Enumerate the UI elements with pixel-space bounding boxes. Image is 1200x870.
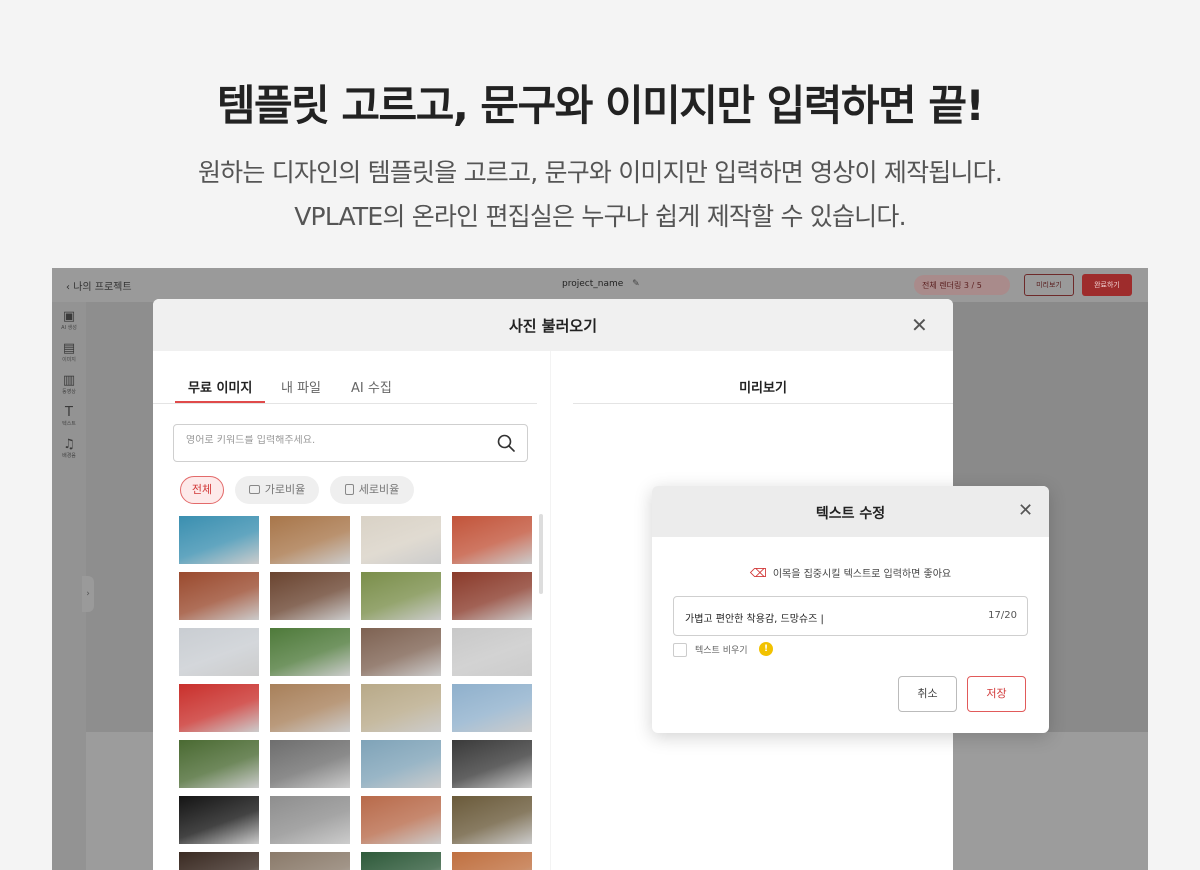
tab-ai-collect[interactable]: AI 수집 [351, 377, 392, 396]
tab-free-images[interactable]: 무료 이미지 [188, 377, 252, 396]
clear-text-label: 텍스트 비우기 [695, 646, 748, 656]
image-thumbnail[interactable] [270, 516, 350, 564]
image-thumbnail[interactable] [361, 740, 441, 788]
hero-subtitle-line1: 원하는 디자인의 템플릿을 고르고, 문구와 이미지만 입력하면 영상이 제작됩… [197, 158, 1003, 187]
project-name[interactable]: project_name ✎ [562, 279, 640, 289]
image-thumbnail[interactable] [452, 628, 532, 676]
image-thumbnail[interactable] [179, 796, 259, 844]
rail-item-music[interactable]: ♫ 배경음 [52, 437, 86, 460]
clear-text-checkbox[interactable] [673, 643, 687, 657]
search-input[interactable] [186, 435, 476, 446]
portrait-icon [344, 484, 354, 495]
done-button[interactable]: 완료하기 [1082, 274, 1132, 296]
image-thumbnail[interactable] [452, 516, 532, 564]
image-icon: ▤ [62, 341, 76, 356]
back-label: 나의 프로젝트 [73, 282, 132, 293]
rail-label: AI 생성 [61, 325, 77, 331]
dialog-header: 텍스트 수정 ✕ [652, 486, 1049, 537]
panel-collapse-handle[interactable]: › [82, 576, 94, 612]
image-thumbnail[interactable] [270, 628, 350, 676]
preview-title: 미리보기 [739, 381, 787, 396]
video-icon: ▥ [62, 373, 76, 388]
preview-button[interactable]: 미리보기 [1024, 274, 1074, 296]
image-thumbnail[interactable] [452, 796, 532, 844]
text-edit-dialog: 텍스트 수정 ✕ ⌫ 이목을 집중시킬 텍스트로 입력하면 좋아요 가볍고 편안한… [652, 486, 1049, 733]
image-thumbnail[interactable] [361, 516, 441, 564]
image-thumbnail[interactable] [452, 852, 532, 870]
modal-title: 사진 불러오기 [508, 317, 598, 335]
close-icon[interactable]: ✕ [1018, 500, 1033, 521]
image-thumbnail[interactable] [179, 740, 259, 788]
dialog-title: 텍스트 수정 [815, 506, 886, 522]
image-thumbnail[interactable] [361, 628, 441, 676]
project-name-label: project_name [562, 279, 624, 289]
cancel-button[interactable]: 취소 [898, 676, 957, 712]
image-thumbnail[interactable] [361, 852, 441, 870]
info-icon[interactable]: ! [759, 642, 773, 656]
rail-label: 동영상 [62, 389, 76, 395]
save-button[interactable]: 저장 [967, 676, 1026, 712]
rail-label: 이미지 [62, 357, 76, 363]
pencil-icon: ✎ [632, 279, 640, 289]
rail-item-image[interactable]: ▤ 이미지 [52, 341, 86, 364]
rail-item-ai[interactable]: ▣ AI 생성 [52, 309, 86, 332]
text-icon: T [65, 405, 73, 420]
modal-header: 사진 불러오기 ✕ [153, 299, 953, 351]
render-status-pill[interactable]: 전체 렌더링 3 / 5 [914, 275, 1010, 295]
eraser-icon: ⌫ [749, 566, 767, 580]
filter-portrait-label: 세로비율 [358, 483, 400, 496]
music-icon: ♫ [63, 437, 75, 452]
image-thumbnail[interactable] [270, 852, 350, 870]
image-thumbnail[interactable] [270, 740, 350, 788]
hero-subtitle-line2: VPLATE의 온라인 편집실은 누구나 쉽게 제작할 수 있습니다. [294, 202, 906, 231]
filter-landscape[interactable]: 가로비율 [235, 476, 319, 504]
filter-portrait[interactable]: 세로비율 [330, 476, 414, 504]
ai-icon: ▣ [62, 309, 76, 324]
left-rail: ▣ AI 생성 ▤ 이미지 ▥ 동영상 T 텍스트 ♫ 배경음 [52, 302, 86, 870]
hero-title: 템플릿 고르고, 문구와 이미지만 입력하면 끝! [216, 81, 985, 130]
text-input-value: 가볍고 편안한 착용감, 드망슈즈 | [685, 614, 824, 625]
tabs-divider [153, 403, 537, 404]
filter-landscape-label: 가로비율 [264, 483, 306, 496]
search-icon[interactable] [496, 433, 516, 453]
chevron-left-icon: ‹ [66, 282, 70, 293]
text-input-field[interactable]: 가볍고 편안한 착용감, 드망슈즈 | 17/20 [673, 596, 1028, 636]
image-thumbnail[interactable] [361, 796, 441, 844]
image-thumbnail[interactable] [179, 628, 259, 676]
search-box [173, 424, 528, 462]
image-thumbnail[interactable] [179, 684, 259, 732]
image-thumbnail[interactable] [270, 572, 350, 620]
image-thumbnail[interactable] [179, 516, 259, 564]
image-thumbnail[interactable] [452, 684, 532, 732]
image-thumbnail[interactable] [270, 796, 350, 844]
image-thumbnail[interactable] [270, 684, 350, 732]
rail-item-text[interactable]: T 텍스트 [52, 405, 86, 428]
editor-topbar: ‹ 나의 프로젝트 project_name ✎ 전체 렌더링 3 / 5 미리… [52, 268, 1148, 302]
image-thumbnail[interactable] [452, 740, 532, 788]
text-hint: ⌫ 이목을 집중시킬 텍스트로 입력하면 좋아요 [652, 565, 1049, 580]
image-grid [179, 516, 539, 870]
rail-label: 텍스트 [62, 421, 76, 427]
image-thumbnail[interactable] [361, 684, 441, 732]
tab-my-files[interactable]: 내 파일 [281, 377, 321, 396]
rail-item-video[interactable]: ▥ 동영상 [52, 373, 86, 396]
hint-label: 이목을 집중시킬 텍스트로 입력하면 좋아요 [772, 569, 952, 580]
image-thumbnail[interactable] [179, 852, 259, 870]
side-panel [86, 302, 154, 732]
char-counter: 17/20 [988, 610, 1017, 621]
preview-divider [573, 403, 953, 404]
back-link[interactable]: ‹ 나의 프로젝트 [66, 278, 132, 293]
image-thumbnail[interactable] [179, 572, 259, 620]
close-icon[interactable]: ✕ [911, 313, 928, 337]
image-thumbnail[interactable] [452, 572, 532, 620]
filter-all[interactable]: 전체 [180, 476, 224, 504]
rail-label: 배경음 [62, 453, 76, 459]
image-thumbnail[interactable] [361, 572, 441, 620]
landscape-icon [248, 485, 260, 494]
grid-scrollbar[interactable] [539, 514, 543, 594]
column-divider [550, 351, 551, 870]
